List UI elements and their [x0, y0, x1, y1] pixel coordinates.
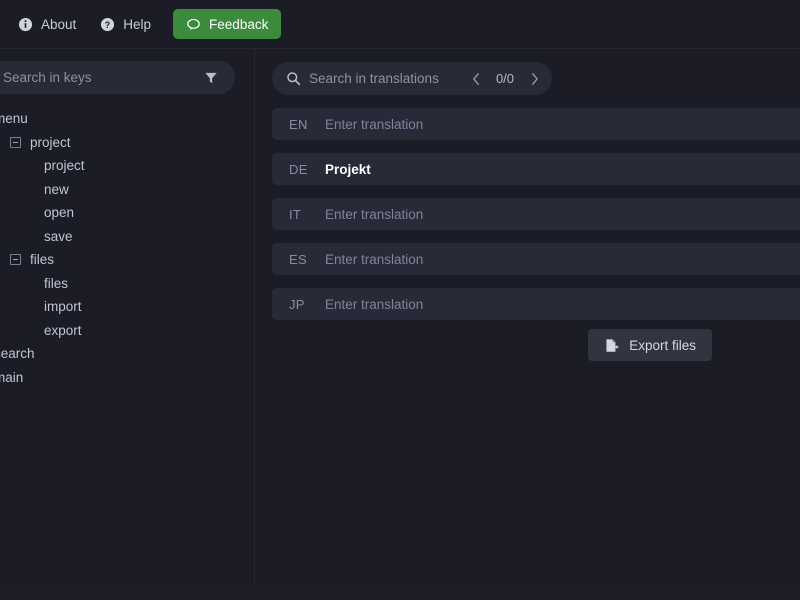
tree-item-label: export — [44, 322, 82, 338]
about-button[interactable]: About — [8, 9, 86, 39]
key-tree: menuprojectprojectnewopensavefilesfilesi… — [0, 107, 254, 600]
help-label: Help — [123, 16, 152, 32]
feedback-button[interactable]: Feedback — [173, 9, 282, 39]
language-code: JP — [289, 296, 305, 312]
match-counter: 0/0 — [495, 71, 515, 86]
language-code: ES — [289, 251, 307, 267]
tree-item-label: search — [0, 346, 35, 362]
info-circle-icon — [18, 17, 33, 32]
svg-text:?: ? — [105, 19, 110, 29]
tree-item-files[interactable]: files — [44, 272, 254, 296]
translations-panel: 0/0 EN DE IT ES JP Export files — [256, 49, 800, 600]
translation-row-it: IT — [272, 198, 800, 230]
tree-item-project[interactable]: project — [44, 154, 254, 178]
tree-item-label: project — [44, 158, 85, 174]
chevron-left-icon[interactable] — [468, 69, 484, 89]
translation-input-es[interactable] — [325, 251, 800, 267]
search-keys-input[interactable] — [3, 70, 201, 85]
tree-item-search[interactable]: search — [0, 342, 254, 366]
tree-item-label: import — [44, 299, 82, 315]
chevron-right-icon[interactable] — [526, 69, 542, 89]
tree-item-label: project — [30, 134, 71, 150]
key-search-bar[interactable] — [0, 61, 235, 94]
tree-item-import[interactable]: import — [44, 295, 254, 319]
tree-item-label: open — [44, 205, 75, 221]
translation-row-jp: JP — [272, 288, 800, 320]
file-export-icon — [604, 338, 619, 353]
tree-item-label: menu — [0, 111, 28, 127]
tree-item-menu[interactable]: menu — [0, 107, 254, 131]
filter-funnel-icon[interactable] — [201, 68, 221, 88]
tree-item-main[interactable]: main — [0, 366, 254, 390]
tree-item-label: files — [30, 252, 55, 268]
translation-input-it[interactable] — [325, 206, 800, 222]
translation-row-es: ES — [272, 243, 800, 275]
translation-input-en[interactable] — [325, 116, 800, 132]
tree-item-label: new — [44, 181, 69, 197]
magnifier-icon — [286, 71, 301, 86]
language-code: DE — [289, 161, 308, 177]
keys-sidebar: menuprojectprojectnewopensavefilesfilesi… — [0, 49, 255, 600]
search-translations-input[interactable] — [309, 71, 460, 86]
top-menu-bar: About ? Help Feedback — [0, 0, 800, 49]
translation-search-bar[interactable]: 0/0 — [272, 62, 552, 95]
export-row: Export files — [272, 329, 712, 361]
translation-rows: EN DE IT ES JP — [272, 108, 800, 333]
tree-item-new[interactable]: new — [44, 178, 254, 202]
collapse-toggle-icon[interactable] — [10, 136, 21, 148]
tree-item-label: save — [44, 228, 73, 244]
help-button[interactable]: ? Help — [90, 9, 161, 39]
tree-item-project[interactable]: project — [10, 131, 254, 155]
translation-row-en: EN — [272, 108, 800, 140]
tree-item-open[interactable]: open — [44, 201, 254, 225]
speech-bubble-icon — [186, 17, 201, 32]
tree-item-files[interactable]: files — [10, 248, 254, 272]
translation-input-jp[interactable] — [325, 296, 800, 312]
collapse-toggle-icon[interactable] — [10, 254, 21, 266]
language-code: IT — [289, 206, 302, 222]
translation-row-de: DE — [272, 153, 800, 185]
question-circle-icon: ? — [100, 17, 115, 32]
tree-item-save[interactable]: save — [44, 225, 254, 249]
feedback-label: Feedback — [209, 16, 269, 32]
tree-item-label: main — [0, 369, 24, 385]
language-code: EN — [289, 116, 308, 132]
export-files-button[interactable]: Export files — [588, 329, 712, 361]
translation-input-de[interactable] — [325, 161, 800, 177]
tree-item-export[interactable]: export — [44, 319, 254, 343]
tree-item-label: files — [44, 275, 69, 291]
export-files-label: Export files — [629, 337, 696, 353]
about-label: About — [41, 16, 77, 32]
